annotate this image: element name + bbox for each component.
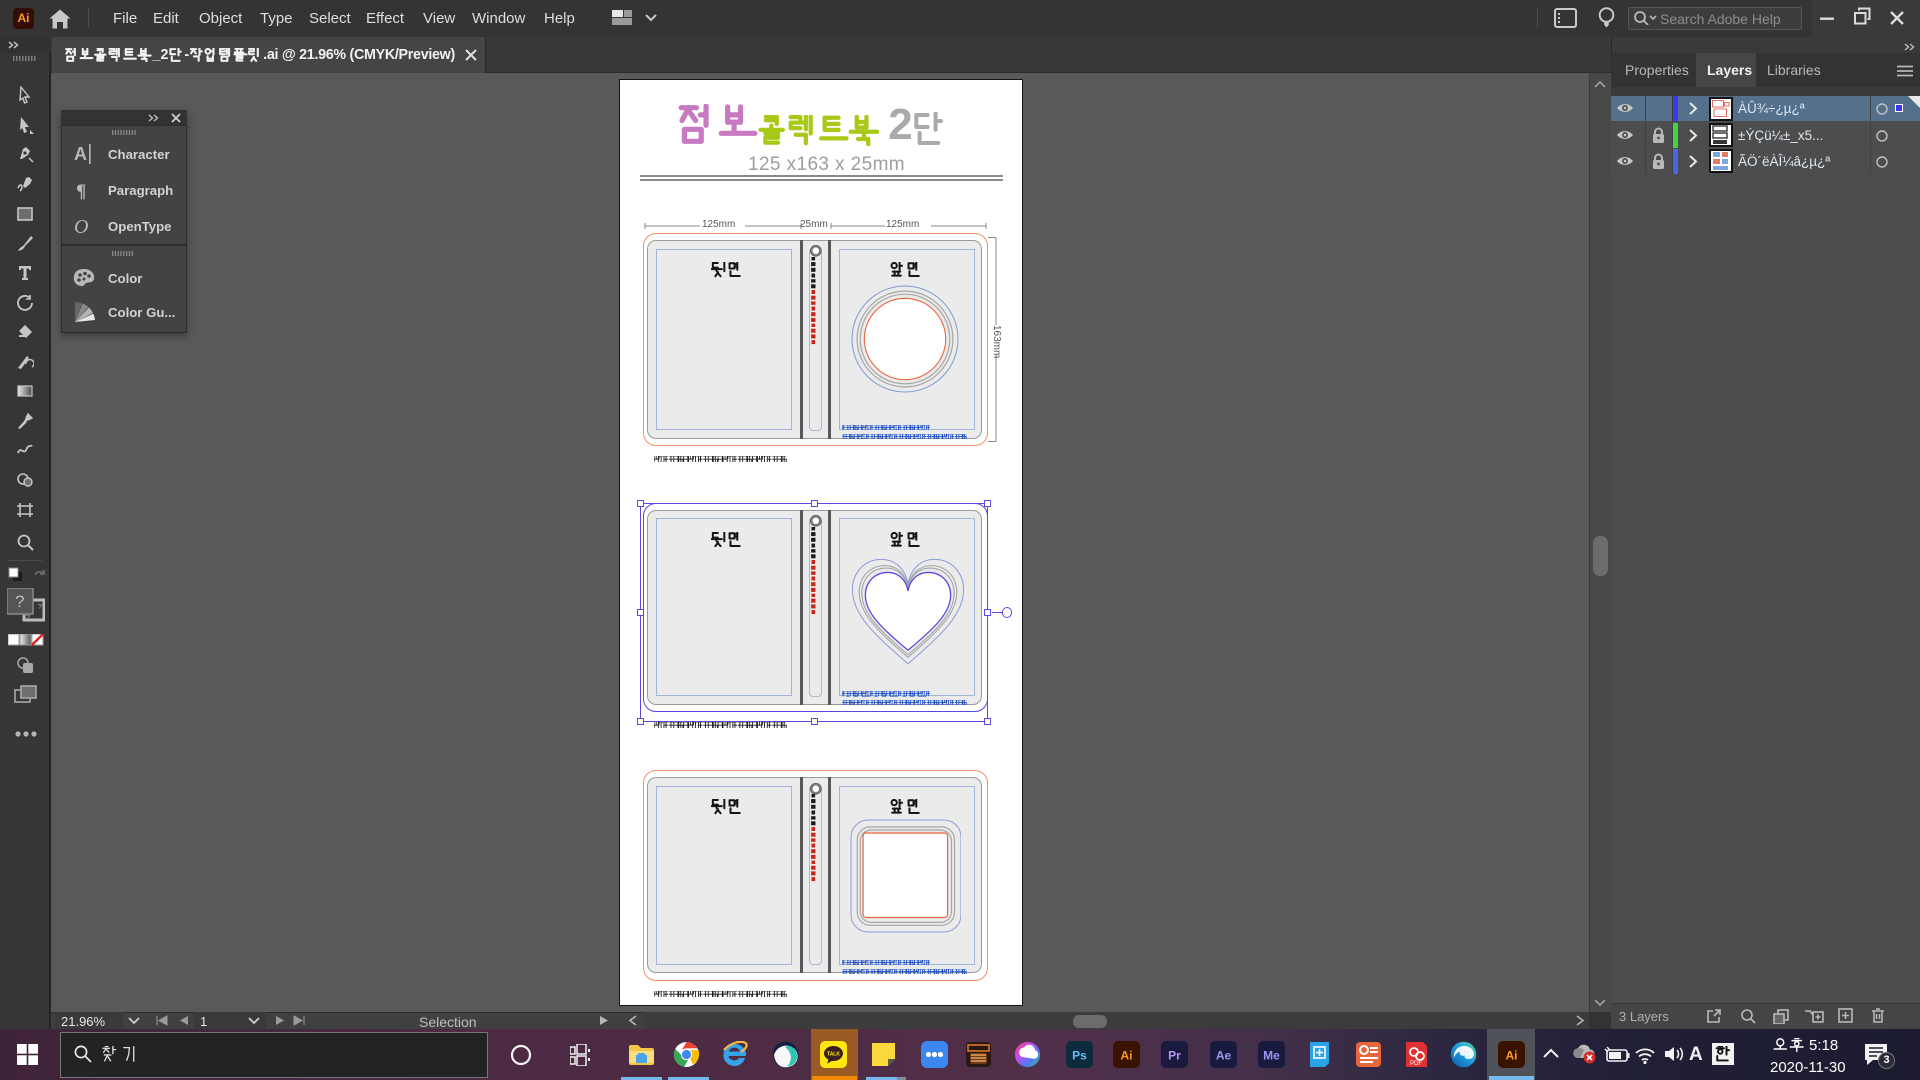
svg-text:?: ?: [26, 615, 30, 622]
svg-text:O: O: [74, 216, 88, 236]
svg-text:Pr: Pr: [1168, 1049, 1181, 1063]
svg-text:TALK: TALK: [827, 1052, 840, 1058]
svg-text:Ai: Ai: [1505, 1049, 1517, 1063]
svg-text:Ps: Ps: [1072, 1049, 1087, 1063]
svg-text:?: ?: [38, 604, 42, 611]
svg-text:?: ?: [15, 592, 24, 611]
svg-text:Ae: Ae: [1215, 1049, 1231, 1063]
svg-text:A: A: [74, 144, 87, 164]
svg-text:Ai: Ai: [1120, 1049, 1132, 1063]
svg-text:PDF: PDF: [1410, 1061, 1422, 1067]
svg-text:¶: ¶: [76, 181, 86, 200]
svg-text:Me: Me: [1263, 1049, 1280, 1063]
